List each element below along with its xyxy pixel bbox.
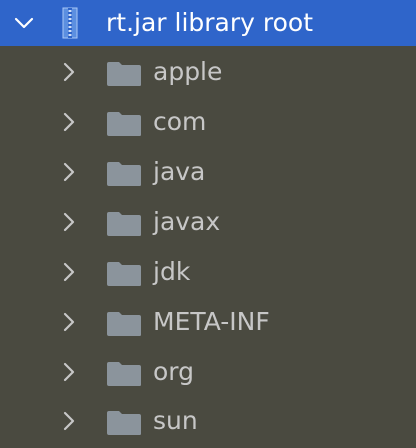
tree-node-label: javax — [153, 207, 221, 236]
folder-icon — [107, 362, 141, 386]
folder-icon — [107, 411, 141, 435]
jar-archive-icon — [62, 7, 78, 39]
tree-node-label: apple — [153, 57, 223, 86]
folder-icon — [107, 112, 141, 136]
tree-node-label: jdk — [153, 257, 191, 286]
tree-node-label: rt.jar library root — [106, 8, 314, 37]
chevron-right-icon[interactable] — [57, 110, 81, 134]
tree-node-java[interactable]: java — [0, 147, 416, 197]
tree-node-javax[interactable]: javax — [0, 197, 416, 247]
tree-node-label: sun — [153, 406, 198, 435]
chevron-right-icon[interactable] — [57, 310, 81, 334]
tree-node-rt-jar[interactable]: rt.jar library root — [0, 0, 416, 46]
chevron-right-icon[interactable] — [57, 409, 81, 433]
chevron-right-icon[interactable] — [57, 210, 81, 234]
folder-icon — [107, 62, 141, 86]
folder-icon — [107, 162, 141, 186]
chevron-down-icon[interactable] — [12, 11, 36, 35]
chevron-right-icon[interactable] — [57, 260, 81, 284]
tree-node-jdk[interactable]: jdk — [0, 247, 416, 297]
chevron-right-icon[interactable] — [57, 160, 81, 184]
chevron-right-icon[interactable] — [57, 360, 81, 384]
folder-icon — [107, 212, 141, 236]
tree-node-label: java — [153, 157, 206, 186]
tree-node-label: com — [153, 107, 207, 136]
tree-node-apple[interactable]: apple — [0, 47, 416, 97]
chevron-right-icon[interactable] — [57, 60, 81, 84]
folder-icon — [107, 262, 141, 286]
tree-node-meta-inf[interactable]: META-INF — [0, 297, 416, 347]
tree-node-com[interactable]: com — [0, 97, 416, 147]
folder-icon — [107, 312, 141, 336]
tree-node-org[interactable]: org — [0, 347, 416, 397]
tree-node-label: META-INF — [153, 307, 270, 336]
tree-node-sun[interactable]: sun — [0, 396, 416, 446]
tree-node-label: org — [153, 357, 195, 386]
project-tree: rt.jar library root apple com java javax… — [0, 0, 416, 448]
